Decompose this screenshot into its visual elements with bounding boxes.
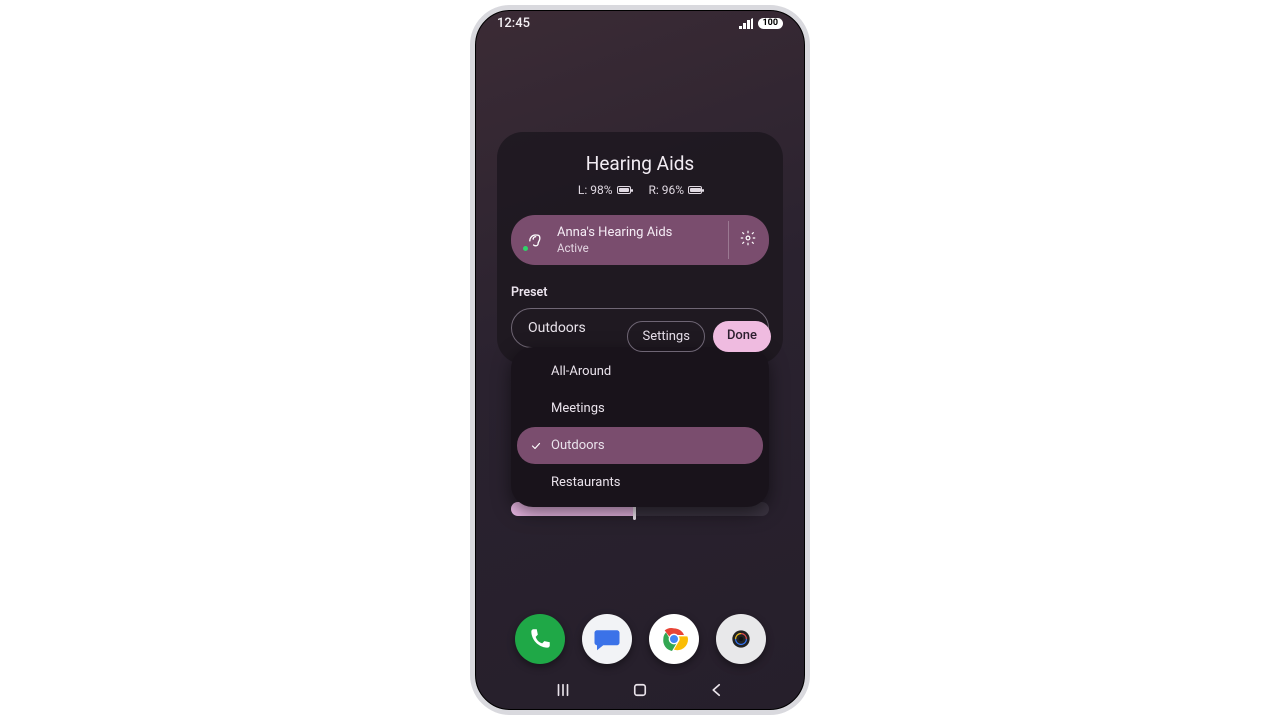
phone-frame: 12:45 100 Hearing Aids L: 98% R: 96% bbox=[470, 5, 810, 715]
done-button[interactable]: Done bbox=[713, 321, 771, 352]
preset-selected-value: Outdoors bbox=[528, 320, 586, 336]
option-label: Meetings bbox=[551, 401, 605, 416]
signal-icon bbox=[739, 18, 753, 29]
device-status: Active bbox=[557, 241, 672, 255]
preset-option-all-around[interactable]: All-Around bbox=[517, 353, 763, 390]
left-battery-label: L: 98% bbox=[578, 183, 613, 197]
panel-footer: Settings Done bbox=[627, 321, 771, 352]
back-button[interactable] bbox=[705, 678, 729, 702]
preset-option-meetings[interactable]: Meetings bbox=[517, 390, 763, 427]
status-bar: 12:45 100 bbox=[475, 10, 805, 36]
recents-button[interactable] bbox=[551, 678, 575, 702]
home-button[interactable] bbox=[628, 678, 652, 702]
option-label: All-Around bbox=[551, 364, 611, 379]
panel-title: Hearing Aids bbox=[511, 152, 769, 175]
hearing-aids-panel: Hearing Aids L: 98% R: 96% Anna's Hear bbox=[497, 132, 783, 364]
left-battery: L: 98% bbox=[578, 183, 631, 197]
chrome-app-icon[interactable] bbox=[649, 614, 699, 664]
system-nav-bar bbox=[475, 678, 805, 702]
device-settings-button[interactable] bbox=[728, 221, 763, 259]
device-name: Anna's Hearing Aids bbox=[557, 225, 672, 241]
camera-app-icon[interactable] bbox=[716, 614, 766, 664]
preset-option-outdoors[interactable]: Outdoors bbox=[517, 427, 763, 464]
right-battery: R: 96% bbox=[649, 183, 703, 197]
check-icon bbox=[529, 440, 543, 452]
hearing-aid-icon bbox=[523, 229, 545, 251]
messages-app-icon[interactable] bbox=[582, 614, 632, 664]
phone-app-icon[interactable] bbox=[515, 614, 565, 664]
right-battery-label: R: 96% bbox=[649, 183, 685, 197]
device-battery-row: L: 98% R: 96% bbox=[511, 183, 769, 197]
preset-label: Preset bbox=[511, 285, 769, 300]
device-card[interactable]: Anna's Hearing Aids Active bbox=[511, 215, 769, 265]
option-label: Restaurants bbox=[551, 475, 620, 490]
battery-icon bbox=[688, 186, 702, 194]
clock: 12:45 bbox=[497, 16, 530, 31]
preset-option-restaurants[interactable]: Restaurants bbox=[517, 464, 763, 501]
gear-icon bbox=[739, 229, 757, 251]
app-dock bbox=[475, 614, 805, 664]
option-label: Outdoors bbox=[551, 438, 605, 453]
settings-button[interactable]: Settings bbox=[627, 321, 704, 352]
battery-pill: 100 bbox=[758, 18, 784, 29]
battery-icon bbox=[617, 186, 631, 194]
preset-dropdown: All-Around Meetings Outdoors Restaurants bbox=[511, 347, 769, 507]
